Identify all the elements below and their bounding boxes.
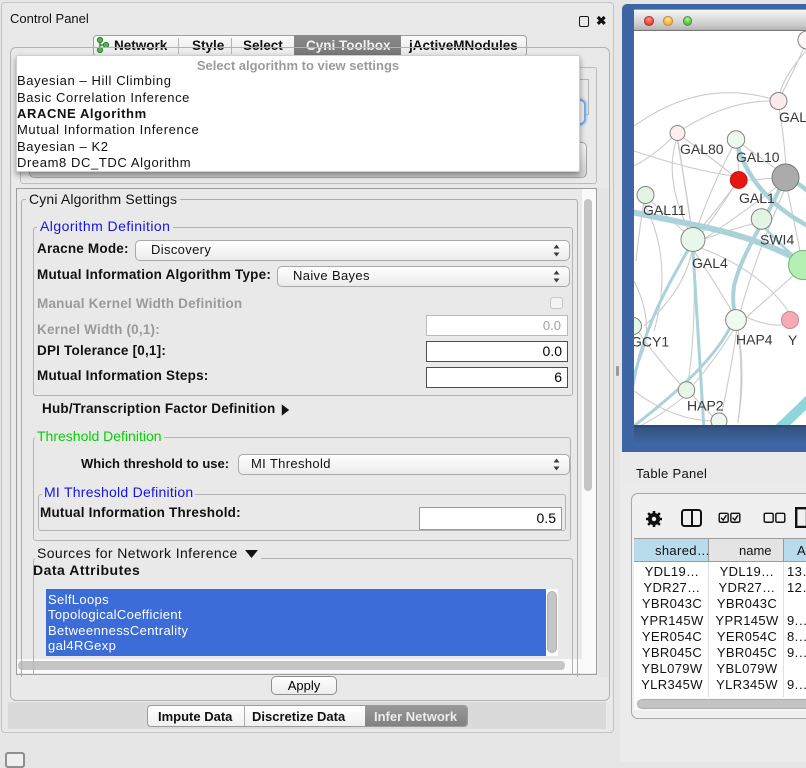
svg-text:GCY1: GCY1 bbox=[634, 334, 669, 350]
svg-text:GAL11: GAL11 bbox=[643, 202, 686, 218]
svg-text:GAL7: GAL7 bbox=[779, 109, 806, 125]
svg-text:GAL10: GAL10 bbox=[736, 149, 780, 165]
svg-text:GAL80: GAL80 bbox=[680, 141, 724, 157]
svg-text:GAL1: GAL1 bbox=[739, 190, 775, 206]
svg-text:HAP4: HAP4 bbox=[736, 332, 773, 348]
svg-text:HAP2: HAP2 bbox=[687, 398, 724, 414]
svg-text:GAL4: GAL4 bbox=[692, 255, 728, 271]
svg-text:Y: Y bbox=[788, 332, 798, 348]
svg-text:SWI4: SWI4 bbox=[760, 232, 794, 248]
